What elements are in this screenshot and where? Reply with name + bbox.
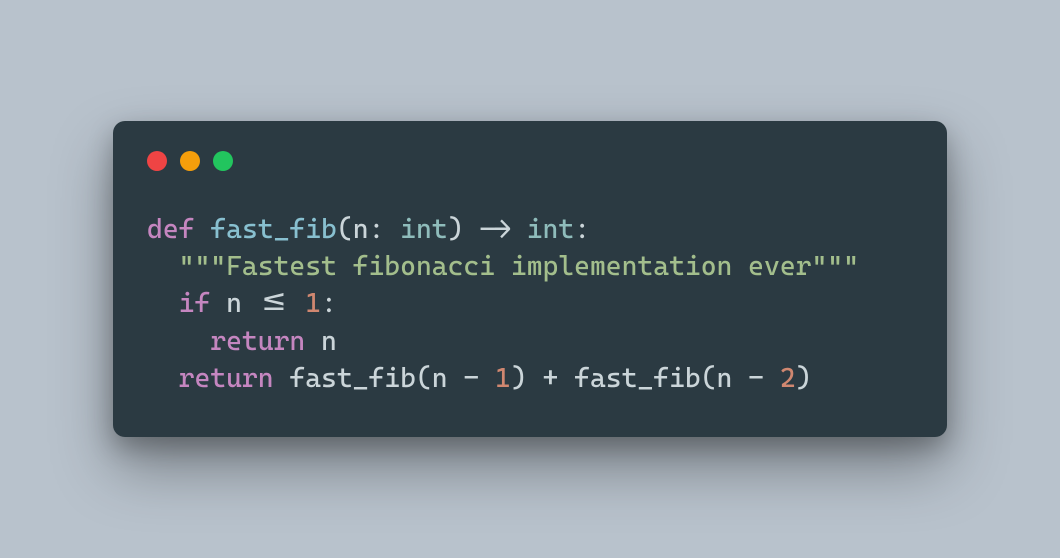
zoom-icon[interactable]: [213, 151, 233, 171]
code-line: return n: [147, 323, 913, 360]
code-line: def fast_fib(n: int) -> int:: [147, 211, 913, 248]
token-num: 1: [495, 363, 511, 394]
token-id: fast_fib(n -: [274, 363, 495, 394]
token-sp: [147, 251, 179, 282]
token-funcname: fast_fib: [210, 214, 337, 245]
token-kw: def: [147, 214, 194, 245]
token-op: ->: [463, 214, 526, 245]
token-punc: :: [574, 214, 590, 245]
token-type: int: [527, 214, 574, 245]
token-str: """Fastest fibonacci implementation ever…: [179, 251, 859, 282]
token-punc: ): [448, 214, 464, 245]
titlebar: [147, 151, 913, 171]
code-line: """Fastest fibonacci implementation ever…: [147, 248, 913, 285]
token-kw: return: [179, 363, 274, 394]
token-id: n: [305, 326, 337, 357]
token-num: 1: [305, 288, 321, 319]
close-icon[interactable]: [147, 151, 167, 171]
token-kw: return: [210, 326, 305, 357]
code-window: def fast_fib(n: int) -> int: """Fastest …: [113, 121, 947, 437]
token-punc: (: [337, 214, 353, 245]
token-num: 2: [780, 363, 796, 394]
token-punc: :: [369, 214, 401, 245]
code-line: if n <= 1:: [147, 285, 913, 322]
token-sp: [147, 326, 210, 357]
token-type: int: [400, 214, 447, 245]
token-sp: [194, 214, 210, 245]
token-kw: if: [179, 288, 211, 319]
minimize-icon[interactable]: [180, 151, 200, 171]
code-block: def fast_fib(n: int) -> int: """Fastest …: [147, 211, 913, 397]
code-line: return fast_fib(n - 1) + fast_fib(n - 2): [147, 360, 913, 397]
token-sp: [147, 288, 179, 319]
token-op: n <=: [210, 288, 305, 319]
token-id: n: [353, 214, 369, 245]
token-punc: ): [796, 363, 812, 394]
token-punc: :: [321, 288, 337, 319]
token-sp: [147, 363, 179, 394]
token-id: ) + fast_fib(n -: [511, 363, 780, 394]
